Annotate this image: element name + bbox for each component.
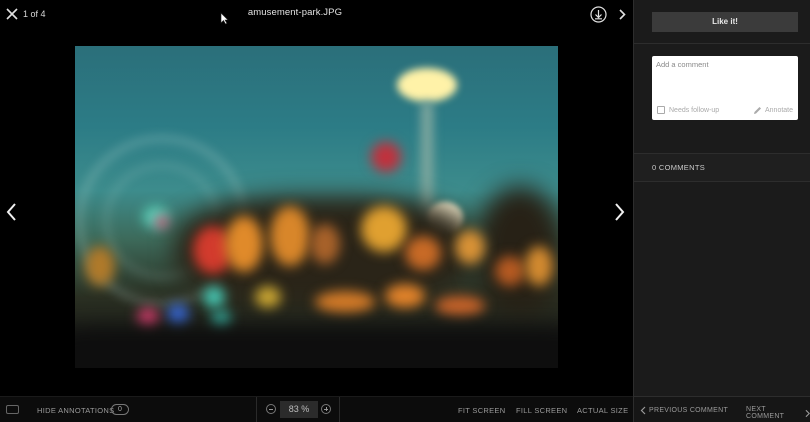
annotate-label: Annotate	[765, 107, 794, 114]
viewer-toolbar: HIDE ANNOTATIONS 0 83 % FIT SCREEN FILL …	[0, 396, 633, 422]
hide-annotations-button[interactable]: HIDE ANNOTATIONS	[37, 406, 114, 415]
image-viewer: 1 of 4 amusement-park.JPG HIDE ANNOTATIO…	[0, 0, 633, 422]
download-icon[interactable]	[590, 6, 607, 23]
fill-screen-button[interactable]: FILL SCREEN	[516, 406, 567, 415]
like-button[interactable]: Like it!	[652, 12, 798, 32]
zoom-in-icon[interactable]	[321, 404, 331, 414]
annotation-count-badge: 0	[111, 404, 129, 415]
comments-sidebar: Like it! Needs follow-up Annotate 0 COMM…	[633, 0, 810, 422]
keyboard-icon[interactable]	[6, 405, 19, 414]
comments-count: 0 COMMENTS	[652, 163, 706, 172]
next-comment-label: NEXT COMMENT	[746, 406, 785, 420]
comment-input[interactable]	[656, 60, 792, 96]
fit-screen-button[interactable]: FIT SCREEN	[458, 406, 505, 415]
comments-header: 0 COMMENTS	[634, 154, 810, 182]
next-comment-button[interactable]: NEXT COMMENT	[746, 406, 810, 420]
previous-comment-label: PREVIOUS COMMENT	[649, 407, 729, 414]
actual-size-button[interactable]: ACTUAL SIZE	[577, 406, 628, 415]
chevron-left-icon	[640, 406, 646, 415]
zoom-level[interactable]: 83 %	[280, 401, 318, 418]
like-section: Like it!	[634, 0, 810, 44]
chevron-right-icon[interactable]	[617, 8, 627, 21]
comment-navigation: PREVIOUS COMMENT NEXT COMMENT	[634, 396, 810, 422]
comment-composer: Needs follow-up Annotate	[634, 44, 810, 154]
file-name: amusement-park.JPG	[247, 7, 343, 18]
chevron-right-icon	[805, 409, 810, 417]
pencil-icon	[754, 107, 761, 114]
zoom-out-icon[interactable]	[266, 404, 276, 414]
mouse-cursor-icon	[220, 12, 229, 25]
annotate-button[interactable]: Annotate	[753, 106, 793, 115]
previous-comment-button[interactable]: PREVIOUS COMMENT	[640, 406, 728, 415]
comment-box: Needs follow-up Annotate	[652, 56, 798, 120]
viewer-topbar: 1 of 4 amusement-park.JPG	[0, 0, 633, 30]
needs-followup-label: Needs follow-up	[669, 106, 720, 114]
next-image-button[interactable]	[611, 202, 627, 222]
image-preview[interactable]	[75, 46, 558, 368]
zoom-control: 83 %	[256, 397, 340, 422]
checkbox-icon[interactable]	[657, 106, 665, 114]
needs-followup-checkbox[interactable]: Needs follow-up	[657, 106, 719, 114]
previous-image-button[interactable]	[4, 202, 20, 222]
